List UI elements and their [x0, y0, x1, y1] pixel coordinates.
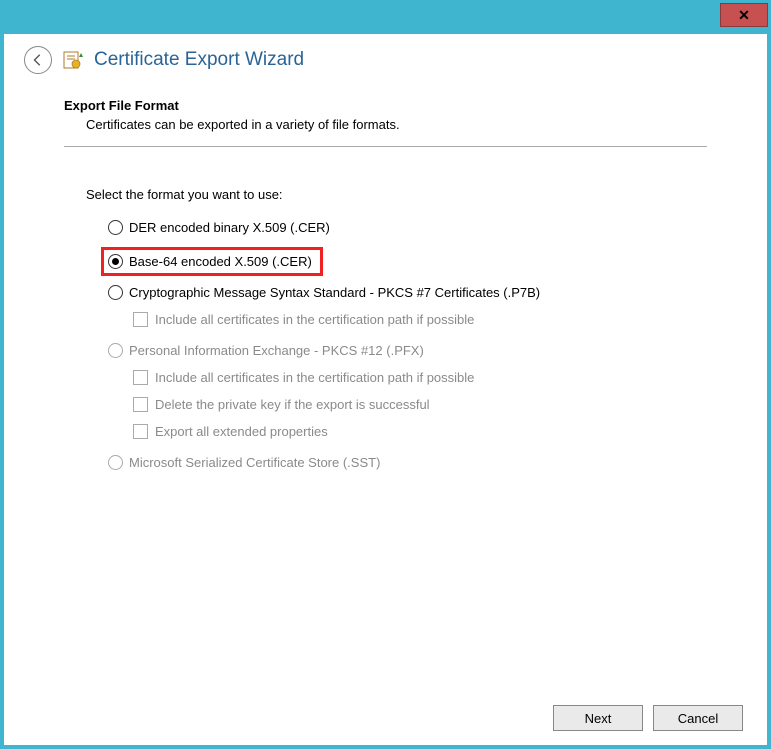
checkbox-icon: [133, 370, 148, 385]
format-options: DER encoded binary X.509 (.CER) Base-64 …: [108, 220, 707, 470]
radio-base64-label: Base-64 encoded X.509 (.CER): [129, 254, 312, 269]
radio-sst: Microsoft Serialized Certificate Store (…: [108, 455, 707, 470]
header-row: Certificate Export Wizard: [4, 34, 767, 88]
titlebar: ✕: [4, 4, 767, 34]
checkbox-pfx-extended: Export all extended properties: [133, 424, 707, 439]
back-arrow-icon: [31, 53, 45, 67]
checkbox-icon: [133, 424, 148, 439]
section-heading: Export File Format: [64, 98, 707, 113]
radio-der[interactable]: DER encoded binary X.509 (.CER): [108, 220, 707, 235]
checkbox-pkcs7-include-label: Include all certificates in the certific…: [155, 312, 474, 327]
checkbox-icon: [133, 397, 148, 412]
radio-icon: [108, 220, 123, 235]
highlight-selected: Base-64 encoded X.509 (.CER): [101, 247, 323, 276]
checkbox-pfx-extended-label: Export all extended properties: [155, 424, 328, 439]
footer-buttons: Next Cancel: [553, 705, 743, 731]
radio-base64[interactable]: Base-64 encoded X.509 (.CER): [108, 254, 312, 269]
section-description: Certificates can be exported in a variet…: [86, 117, 707, 132]
radio-icon: [108, 343, 123, 358]
radio-pkcs7-label: Cryptographic Message Syntax Standard - …: [129, 285, 540, 300]
content-area: Export File Format Certificates can be e…: [4, 88, 767, 470]
radio-der-label: DER encoded binary X.509 (.CER): [129, 220, 330, 235]
next-button[interactable]: Next: [553, 705, 643, 731]
wizard-title: Certificate Export Wizard: [94, 49, 304, 71]
cancel-button[interactable]: Cancel: [653, 705, 743, 731]
close-button[interactable]: ✕: [720, 3, 768, 27]
checkbox-pfx-include-label: Include all certificates in the certific…: [155, 370, 474, 385]
radio-icon: [108, 455, 123, 470]
checkbox-icon: [133, 312, 148, 327]
radio-icon: [108, 285, 123, 300]
format-prompt: Select the format you want to use:: [86, 187, 707, 202]
radio-sst-label: Microsoft Serialized Certificate Store (…: [129, 455, 380, 470]
checkbox-pfx-include: Include all certificates in the certific…: [133, 370, 707, 385]
radio-pfx: Personal Information Exchange - PKCS #12…: [108, 343, 707, 358]
radio-icon: [108, 254, 123, 269]
wizard-window: ✕ Certificate Export Wizard Export File …: [0, 0, 771, 749]
certificate-icon: [62, 49, 84, 71]
back-button[interactable]: [24, 46, 52, 74]
next-button-label: Next: [585, 711, 612, 726]
close-icon: ✕: [738, 7, 750, 24]
checkbox-pkcs7-include: Include all certificates in the certific…: [133, 312, 707, 327]
cancel-button-label: Cancel: [678, 711, 718, 726]
radio-pkcs7[interactable]: Cryptographic Message Syntax Standard - …: [108, 285, 707, 300]
checkbox-pfx-delete-label: Delete the private key if the export is …: [155, 397, 430, 412]
radio-pfx-label: Personal Information Exchange - PKCS #12…: [129, 343, 424, 358]
divider: [64, 146, 707, 147]
checkbox-pfx-delete: Delete the private key if the export is …: [133, 397, 707, 412]
